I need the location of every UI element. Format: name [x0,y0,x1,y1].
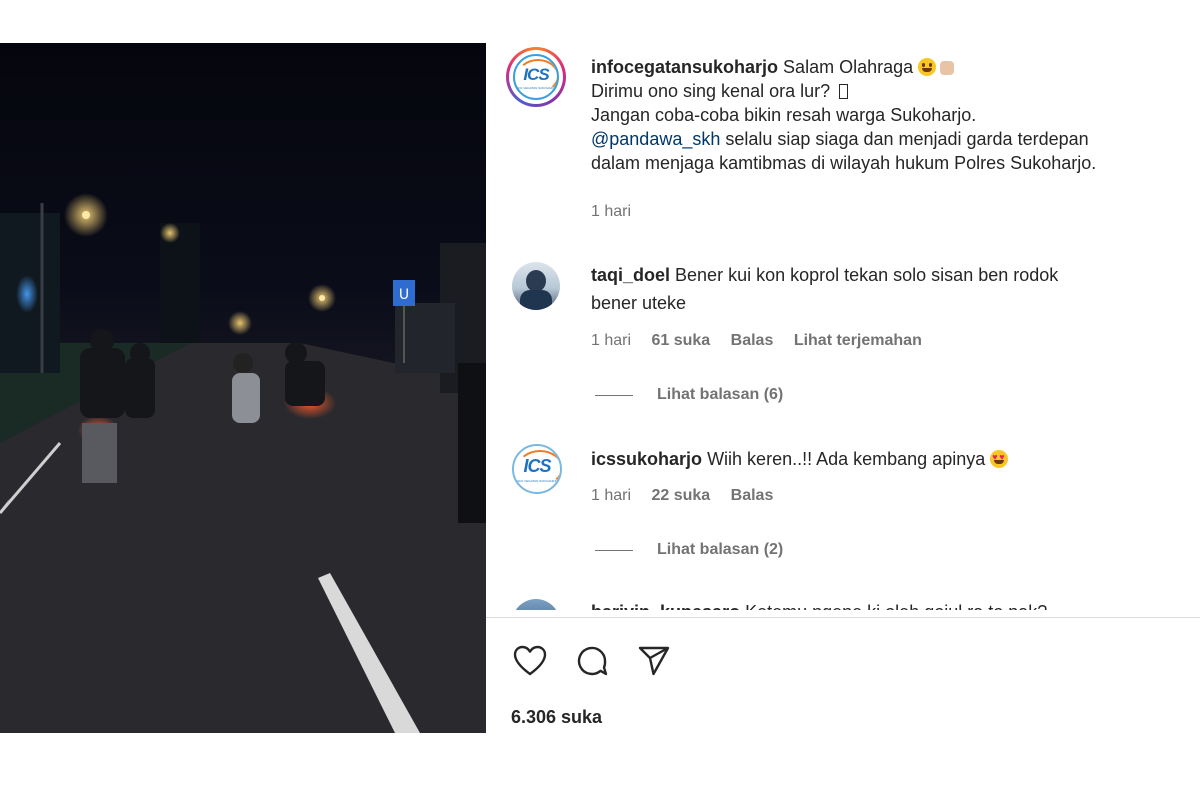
caption-line-2: Dirimu ono sing kenal ora lur? [591,81,831,101]
comment-3: bariyin_kupesaro Ketemu ngene ki oleh go… [591,598,1191,610]
comments-scroll-area[interactable]: ICS INFO CEGATAN SUKOHARJO infocegatansu… [486,43,1200,610]
like-count[interactable]: 6.306 suka [511,707,602,728]
ics-logo-icon: ICS INFO CEGATAN SUKOHARJO [513,54,559,100]
view-replies-button[interactable]: Lihat balasan (2) [595,541,783,559]
post-actions [510,641,674,681]
comment-time: 1 hari [591,332,632,349]
heart-eyes-emoji-icon: ♥ ♥ [990,450,1009,468]
svg-text:U: U [399,287,409,303]
comment-likes[interactable]: 61 suka [651,332,710,349]
comment-text: Ketemu ngene ki oleh gojul ra to pak? [745,602,1047,610]
actions-divider [486,617,1200,618]
commenter-avatar-ics-logo-icon[interactable]: ICS INFO CEGATAN SUKOHARJO [512,444,562,494]
commenter-avatar[interactable] [512,599,560,610]
comment-username[interactable]: taqi_doel [591,265,670,285]
comment-username[interactable]: icssukoharjo [591,449,702,469]
post-caption: infocegatansukoharjo Salam Olahraga Diri… [591,55,1191,175]
post-details-panel: ICS INFO CEGATAN SUKOHARJO infocegatansu… [486,43,1200,733]
commenter-avatar[interactable] [512,262,560,310]
comment-2-meta: 1 hari 22 suka Balas [591,487,789,505]
heart-icon[interactable] [510,641,550,681]
replies-divider [595,394,633,396]
fist-emoji-icon [940,61,955,75]
missing-glyph-icon [839,84,849,99]
comment-likes[interactable]: 22 suka [651,487,710,504]
comment-time: 1 hari [591,487,632,504]
caption-line-5: dalam menjaga kamtibmas di wilayah hukum… [591,153,1097,173]
comment-2: icssukoharjo Wiih keren..!! Ada kembang … [591,445,1191,473]
comment-text: Bener kui kon koprol tekan solo sisan be… [675,265,1059,285]
caption-line-1: Salam Olahraga [783,57,914,77]
post-time: 1 hari [591,203,632,220]
comment-1: taqi_doel Bener kui kon koprol tekan sol… [591,261,1191,317]
paper-plane-icon[interactable] [634,641,674,681]
replies-divider [595,549,633,551]
author-avatar[interactable]: ICS INFO CEGATAN SUKOHARJO [506,47,566,107]
grinning-emoji-icon [918,58,937,76]
caption-line-4: selalu siap siaga dan menjadi garda terd… [725,129,1089,149]
view-replies-button[interactable]: Lihat balasan (6) [595,386,783,404]
night-road-scene: U [0,193,486,733]
post-video[interactable]: U [0,43,486,733]
reply-button[interactable]: Balas [731,332,774,349]
author-username[interactable]: infocegatansukoharjo [591,57,778,77]
comment-text: Wiih keren..!! Ada kembang apinya [707,449,986,469]
caption-line-3: Jangan coba-coba bikin resah warga Sukoh… [591,105,977,125]
comment-username[interactable]: bariyin_kupesaro [591,602,740,610]
comment-bubble-icon[interactable] [572,641,612,681]
mention-link[interactable]: @pandawa_skh [591,129,720,149]
comment-1-meta: 1 hari 61 suka Balas Lihat terjemahan [591,332,938,350]
reply-button[interactable]: Balas [731,487,774,504]
comment-text-cont: bener uteke [591,293,687,313]
translate-button[interactable]: Lihat terjemahan [794,332,922,349]
